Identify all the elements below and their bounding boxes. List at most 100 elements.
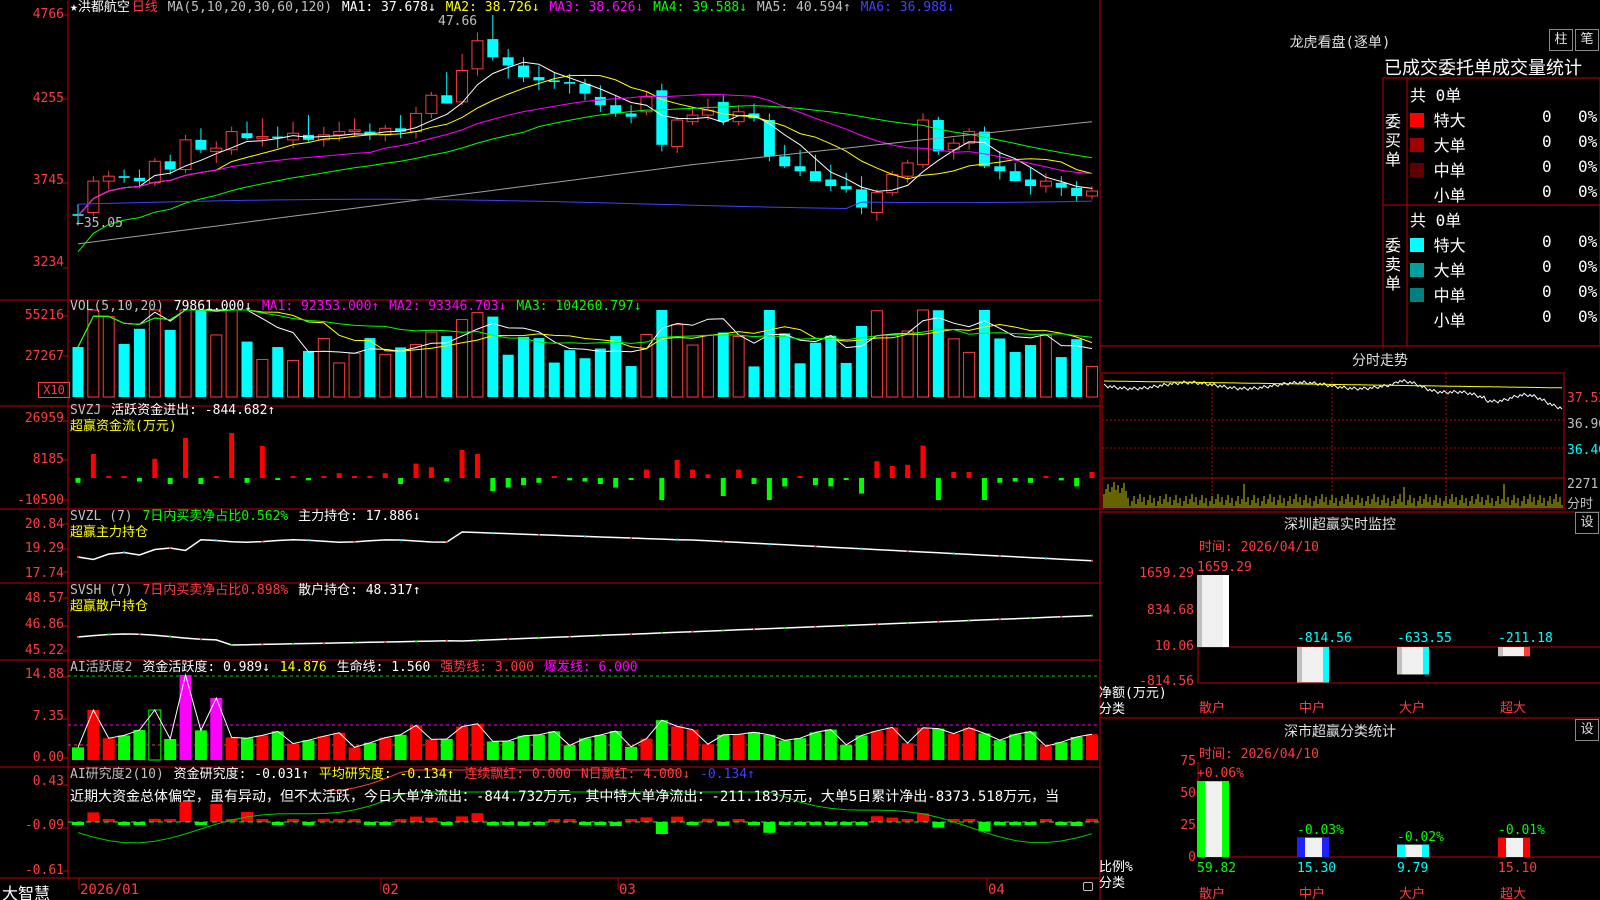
fund-flow-bar <box>812 478 818 486</box>
fund-flow-bar <box>690 469 696 478</box>
candle-body <box>533 77 545 81</box>
candle-body <box>348 129 361 133</box>
order-size-swatch <box>1410 238 1424 252</box>
candle-body <box>118 176 130 178</box>
activity-bar <box>502 741 515 760</box>
activity-bar <box>978 733 991 760</box>
candle-body <box>809 171 821 182</box>
volume-bar <box>210 334 223 398</box>
activity-bar <box>748 732 760 760</box>
position-tick <box>307 539 310 542</box>
position-tick <box>1091 559 1093 562</box>
fund-flow-bar <box>643 469 649 478</box>
tick-mode-button[interactable]: 笔 <box>1575 29 1599 51</box>
research-bar <box>978 822 991 832</box>
position-tick <box>814 545 817 548</box>
fund-flow-bar <box>997 478 1003 483</box>
sz-class-y-label: 25 <box>1180 818 1196 833</box>
intraday-tab-label[interactable]: 分时 <box>1567 493 1593 512</box>
fund-flow-bar <box>121 476 127 478</box>
fund-flow-bar <box>183 438 189 478</box>
activity-bar <box>72 747 84 760</box>
volume-bar <box>671 324 684 398</box>
order-size-swatch <box>1410 313 1424 327</box>
fund-flow-bar <box>428 467 434 478</box>
position-tick <box>169 547 172 549</box>
activity-bar <box>1086 734 1098 760</box>
volume-bar <box>118 343 130 397</box>
fund-flow-bar <box>152 458 158 478</box>
volume-bar <box>518 336 530 397</box>
ma-value: MA2: 38.726↓ <box>445 0 548 15</box>
volume-bar <box>225 309 238 398</box>
fund-flow-bar <box>413 463 419 478</box>
activity-bar <box>1070 737 1083 760</box>
activity-bar <box>794 738 807 760</box>
class-bar-shade <box>1397 844 1405 857</box>
main-chart-header: ★洪都航空 日线 MA(5,10,20,30,60,120) MA1: 37.67… <box>70 0 959 16</box>
volume-bar <box>1025 345 1037 397</box>
activity-bar <box>732 734 745 760</box>
fund-flow-bar <box>828 478 834 487</box>
ai-research-v1: 资金研究度: -0.031↑ <box>173 767 310 782</box>
main-y-label: 3234 <box>32 255 64 270</box>
activity-bar <box>456 726 469 760</box>
sell-order-row: 中单 <box>1410 282 1466 306</box>
vol-ma2: MA2: 93346.703↓ <box>389 299 507 314</box>
fund-flow-bar <box>444 478 450 482</box>
svzj-subtitle: 超赢资金流(万元) <box>70 419 177 434</box>
monitor-bar-edge <box>1323 647 1329 683</box>
sz-class-settings-button[interactable]: 设 <box>1575 719 1599 741</box>
candle-body <box>487 39 499 58</box>
order-percent: 0% <box>1578 232 1598 251</box>
monitor-category-label: 中户 <box>1299 701 1326 716</box>
sz-monitor-settings-button[interactable]: 设 <box>1575 512 1599 534</box>
fund-flow-bar <box>628 478 634 480</box>
lock-icon[interactable] <box>1083 882 1093 891</box>
vol-unit-badge[interactable]: X10 <box>38 382 70 398</box>
activity-bar <box>993 740 1006 760</box>
fund-flow-bar <box>1074 478 1080 487</box>
sz-class-y-label: 0 <box>1188 850 1196 865</box>
ai-active-v5: 爆发线: 6.000 <box>543 660 638 675</box>
candle-body <box>164 161 176 170</box>
order-percent: 0% <box>1578 107 1598 126</box>
bar-mode-button[interactable]: 柱 <box>1549 29 1573 51</box>
ai-active-v4: 强势线: 3.000 <box>440 660 534 675</box>
candle-body <box>779 156 791 167</box>
research-bar <box>471 813 484 822</box>
order-count: 0 <box>1542 157 1552 176</box>
svsh-subtitle: 超赢散户持仓 <box>70 599 149 614</box>
retail-position-line <box>77 614 1093 646</box>
fund-flow-bar <box>229 433 235 478</box>
ai-research-title: AI研究度2(10) <box>70 767 164 782</box>
stock-name[interactable]: ★洪都航空 <box>70 0 130 15</box>
monitor-bar-edge <box>1223 575 1229 647</box>
sz-monitor-y-label: 834.68 <box>1147 603 1194 618</box>
fund-flow-bar <box>367 476 373 478</box>
candle-body <box>671 119 684 147</box>
volume-bar <box>1039 334 1052 398</box>
activity-bar <box>164 739 177 760</box>
svzl-title: SVZL (7) <box>70 509 133 524</box>
activity-bar <box>855 735 868 760</box>
order-size-label: 中单 <box>1424 161 1466 180</box>
fund-flow-bar <box>136 478 142 482</box>
candle-body <box>564 82 576 84</box>
fund-flow-bar <box>951 472 957 478</box>
monitor-category-label: 散户 <box>1199 701 1226 716</box>
activity-bar <box>256 735 269 760</box>
position-tick <box>768 543 771 545</box>
volume-bar <box>856 325 868 397</box>
fund-flow-bar <box>782 478 788 487</box>
fund-flow-bar <box>1028 478 1034 483</box>
ai-research-header: AI研究度2(10) 资金研究度: -0.031↑ 平均研究度: -0.134↑… <box>70 767 757 783</box>
class-pct-label: -0.03% <box>1297 822 1344 838</box>
candle-body <box>994 166 1006 172</box>
research-bar <box>486 822 499 826</box>
svsh-y-label: 45.22 <box>24 643 64 658</box>
period-label[interactable]: 日线 <box>132 0 158 15</box>
order-percent: 0% <box>1578 257 1598 276</box>
volume-bar <box>594 348 606 397</box>
candle-body <box>502 57 514 66</box>
